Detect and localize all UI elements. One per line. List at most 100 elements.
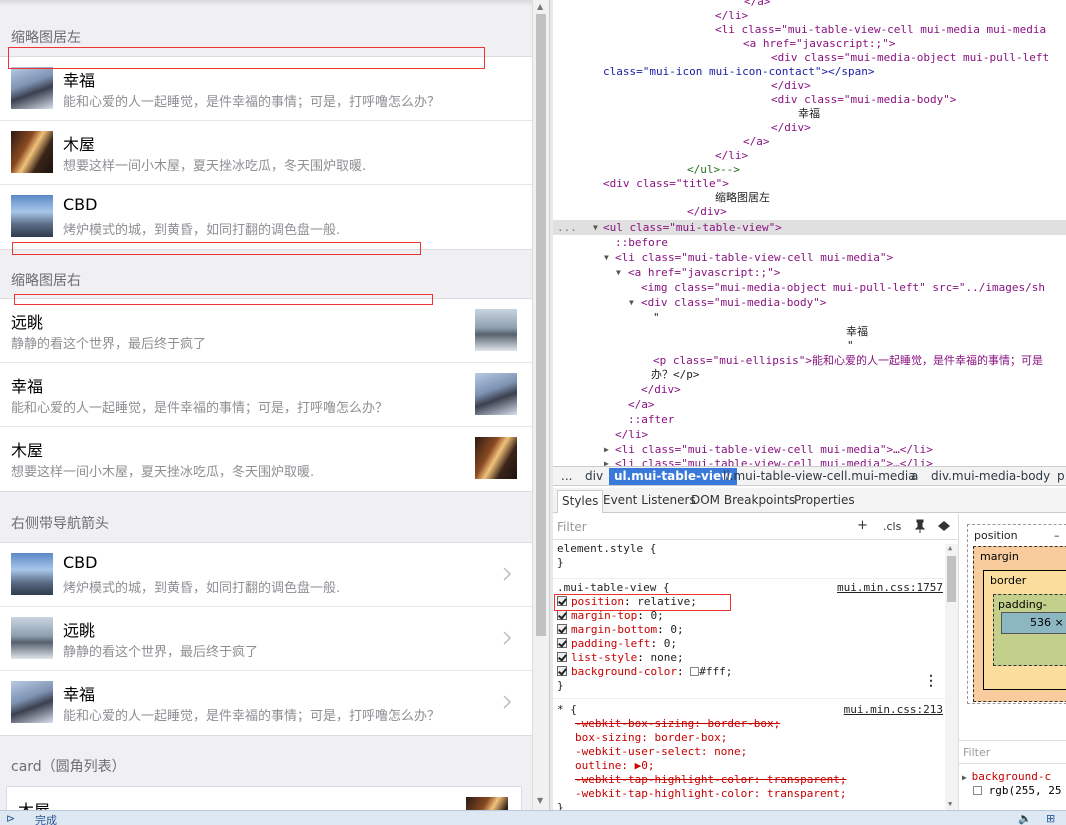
dom-line[interactable]: <img class="mui-media-object mui-pull-le… [641,281,1045,295]
breadcrumb-item[interactable]: div.mui-media-body [931,469,1050,483]
dom-line[interactable]: <li class="mui-table-view-cell mui-media… [615,251,893,265]
css-property[interactable]: box-sizing: border-box; [575,731,727,744]
property-checkbox[interactable] [557,638,567,648]
list-item-happiness[interactable]: 幸福 能和心爱的人一起睡觉，是件幸福的事情；可是，打呼噜怎么办？ [0,363,532,427]
elements-tree[interactable]: ... </a> </li> <li class="mui-table-view… [553,0,1066,466]
list-item-overlook[interactable]: 远眺 静静的看这个世界，最后终于疯了 [0,607,532,671]
dom-line[interactable]: <div class="mui-media-object mui-pull-le… [771,51,1049,65]
collapsed-triangle-icon[interactable]: ▶ [604,459,609,466]
list-item-happiness[interactable]: 幸福 能和心爱的人一起睡觉，是件幸福的事情；可是，打呼噜怎么办？ [0,57,532,121]
css-property[interactable]: margin-top: 0; [557,609,664,622]
expand-triangle-icon[interactable]: ▼ [593,223,598,232]
expand-triangle-icon[interactable]: ▼ [629,298,634,307]
dom-line[interactable]: class="mui-icon mui-icon-contact"></span… [603,65,875,79]
dom-line[interactable]: </div> [771,79,811,93]
dom-line[interactable]: " [847,339,854,353]
property-checkbox[interactable] [557,596,567,606]
element-state-icon[interactable] [937,520,951,532]
new-rule-button[interactable]: + [857,518,868,533]
list-item-cbd[interactable]: CBD 烤炉模式的城，到黄昏，如同打翻的调色盘一般. [0,185,532,249]
css-property[interactable]: background-color: #fff; [557,665,732,678]
rule-mui-table-view[interactable]: .mui-table-view { mui.min.css:1757 posit… [553,578,945,696]
scrollbar-thumb[interactable] [947,556,956,602]
scroll-down-arrow-icon[interactable]: ▼ [948,800,952,808]
dom-line[interactable]: 办？</p> [651,368,700,382]
dom-line[interactable]: </div> [641,383,681,397]
dom-line[interactable]: </a> [744,0,771,9]
dom-line[interactable]: <a href="javascript:;"> [628,266,780,280]
dom-line[interactable]: <li class="mui-table-view-cell mui-media… [615,457,933,466]
styles-scrollbar[interactable]: ▲ ▼ [945,544,958,810]
computed-filter-input[interactable]: Filter [963,746,990,759]
dom-line[interactable]: <li class="mui-table-view-cell mui-media… [615,443,933,457]
tab-properties[interactable]: Properties [794,493,855,507]
breadcrumb-item[interactable]: div [585,469,603,483]
dom-line[interactable]: </a> [628,398,655,412]
list-item-cabin[interactable]: 木屋 想要这样一间小木屋，夏天挫冰吃瓜，冬天围炉取暖. [0,427,532,491]
dom-line[interactable]: </li> [615,428,648,442]
breadcrumb-item-selected[interactable]: ul.mui-table-view [609,468,738,485]
property-checkbox[interactable] [557,652,567,662]
dom-line[interactable]: <div class="mui-media-body"> [771,93,956,107]
list-item-cbd[interactable]: CBD 烤炉模式的城，到黄昏，如同打翻的调色盘一般. [0,543,532,607]
list-item-cabin[interactable]: 木屋 想要这样一间小木屋，夏天挫冰吃瓜，冬天围炉取暖. [0,121,532,185]
tab-dom-breakpoints[interactable]: DOM Breakpoints [691,493,795,507]
property-checkbox[interactable] [557,624,567,634]
dom-line[interactable]: <a href="javascript:;"> [743,37,895,51]
expand-triangle-icon[interactable]: ▼ [616,268,621,277]
list-item-cabin[interactable]: 木屋 [7,787,521,810]
dom-line[interactable]: 缩略图居左 [715,191,770,205]
dom-line[interactable]: </li> [715,9,748,23]
dom-line-selected[interactable]: <ul class="mui-table-view"> [603,221,782,235]
stylesheet-link[interactable]: mui.min.css:213 [844,703,943,716]
scroll-up-arrow-icon[interactable]: ▲ [948,544,952,552]
property-checkbox[interactable] [557,666,567,676]
scroll-down-arrow-icon[interactable]: ▼ [537,796,543,805]
zoom-icon[interactable]: ⊞ [1046,812,1055,825]
property-checkbox[interactable] [557,610,567,620]
tab-styles[interactable]: Styles [557,490,604,513]
dom-line[interactable]: </a> [743,135,770,149]
tab-event-listeners[interactable]: Event Listeners [603,493,696,507]
dom-line[interactable]: </div> [687,205,727,219]
dom-line[interactable]: </ul>--> [687,163,740,177]
dom-line[interactable]: <p class="mui-ellipsis">能和心爱的人一起睡觉，是件幸福的… [653,354,1043,368]
css-property[interactable]: -webkit-user-select: none; [575,745,747,758]
dom-line[interactable]: 幸福 [798,107,820,121]
dom-line[interactable]: </li> [715,149,748,163]
css-property[interactable]: outline: ▶0; [575,759,654,772]
dom-line[interactable]: <div class="mui-media-body"> [641,296,826,310]
expand-triangle-icon[interactable]: ▼ [604,253,609,262]
dom-line[interactable]: ::before [615,236,668,250]
css-property[interactable]: list-style: none; [557,651,684,664]
breadcrumb-item[interactable]: ... [561,469,572,483]
css-property-overridden[interactable]: -webkit-box-sizing: border-box; [575,717,780,730]
dom-line[interactable]: 幸福 [846,325,868,339]
scrollbar-thumb[interactable] [536,14,546,636]
dom-line[interactable]: <li class="mui-table-view-cell mui-media… [715,23,1046,37]
pin-icon[interactable] [914,519,926,533]
dom-line[interactable]: " [653,311,660,325]
computed-property[interactable]: ▶ background-c [962,770,1051,783]
breadcrumb-item[interactable]: p. [1057,469,1066,483]
dom-line[interactable]: <div class="title"> [603,177,729,191]
box-content[interactable]: 536 × [1001,612,1066,634]
css-property[interactable]: -webkit-tap-highlight-color: transparent… [575,787,847,800]
color-swatch[interactable] [690,667,700,676]
collapsed-triangle-icon[interactable]: ▶ [604,445,609,454]
breadcrumb-item[interactable]: a [911,469,918,483]
css-property[interactable]: margin-bottom: 0; [557,623,684,636]
dom-line[interactable]: </div> [771,121,811,135]
preview-scrollbar[interactable]: ▲ ▼ [532,0,549,810]
toggle-classes-button[interactable]: .cls [883,520,901,533]
stylesheet-link[interactable]: mui.min.css:1757 [837,581,943,594]
scroll-up-arrow-icon[interactable]: ▲ [537,2,543,11]
dom-line[interactable]: ::after [628,413,674,427]
css-property-overridden[interactable]: -webkit-tap-highlight-color: transparent… [575,773,847,786]
sound-icon[interactable]: 🔈 [1018,812,1032,825]
styles-filter-input[interactable]: Filter [557,520,587,534]
list-item-overlook[interactable]: 远眺 静静的看这个世界，最后终于疯了 [0,299,532,363]
breadcrumb-item[interactable]: li.mui-table-view-cell.mui-media [723,469,916,483]
list-item-happiness[interactable]: 幸福 能和心爱的人一起睡觉，是件幸福的事情；可是，打呼噜怎么办？ [0,671,532,735]
rule-universal[interactable]: * { mui.min.css:213 -webkit-box-sizing: … [553,698,945,810]
